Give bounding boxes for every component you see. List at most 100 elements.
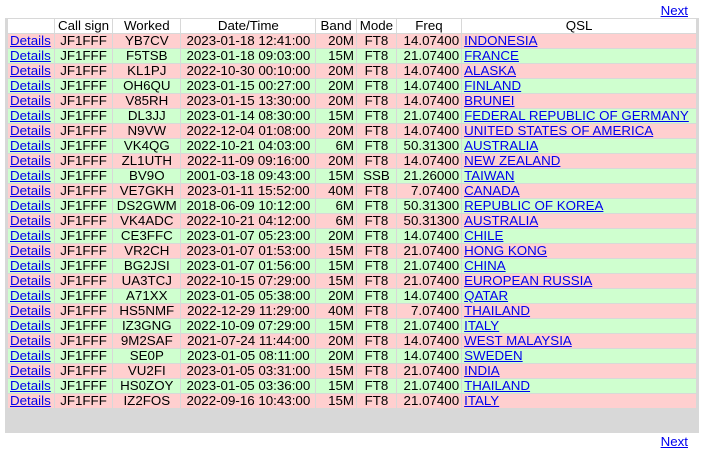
- qsl-country-link[interactable]: TAIWAN: [464, 169, 514, 183]
- freq-cell: 14.07400: [396, 289, 462, 303]
- details-link[interactable]: Details: [10, 379, 51, 393]
- qsl-country-link[interactable]: THAILAND: [464, 379, 530, 393]
- mode-cell: FT8: [357, 304, 396, 318]
- worked-callsign-cell: KL1PJ: [113, 64, 181, 78]
- datetime-cell: 2023-01-15 13:30:00: [181, 94, 316, 108]
- callsign-cell: JF1FFF: [54, 229, 113, 243]
- details-link[interactable]: Details: [10, 349, 51, 363]
- worked-callsign-cell: CE3FFC: [113, 229, 181, 243]
- details-link[interactable]: Details: [10, 394, 51, 408]
- table-row: Details JF1FFF YB7CV 2023-01-18 12:41:00 20M…: [8, 34, 696, 48]
- header-details: [8, 19, 54, 33]
- qsl-country-link[interactable]: ALASKA: [464, 64, 516, 78]
- datetime-cell: 2023-01-07 05:23:00: [181, 229, 316, 243]
- details-link[interactable]: Details: [10, 199, 51, 213]
- datetime-cell: 2022-12-04 01:08:00: [181, 124, 316, 138]
- details-link[interactable]: Details: [10, 259, 51, 273]
- worked-callsign-cell: HS5NMF: [113, 304, 181, 318]
- details-link[interactable]: Details: [10, 109, 51, 123]
- details-link[interactable]: Details: [10, 34, 51, 48]
- qsl-country-cell: CHILE: [462, 229, 696, 243]
- mode-cell: FT8: [357, 334, 396, 348]
- band-cell: 20M: [316, 124, 357, 138]
- qsl-country-cell: THAILAND: [462, 379, 696, 393]
- details-link[interactable]: Details: [10, 364, 51, 378]
- qsl-country-link[interactable]: QATAR: [464, 289, 508, 303]
- next-link-top[interactable]: Next: [661, 3, 688, 18]
- qsl-country-cell: FEDERAL REPUBLIC OF GERMANY: [462, 109, 696, 123]
- qsl-country-link[interactable]: HONG KONG: [464, 244, 547, 258]
- details-link[interactable]: Details: [10, 49, 51, 63]
- qsl-country-link[interactable]: THAILAND: [464, 304, 530, 318]
- callsign-cell: JF1FFF: [54, 379, 113, 393]
- band-cell: 20M: [316, 334, 357, 348]
- qsl-country-link[interactable]: AUSTRALIA: [464, 214, 538, 228]
- details-link[interactable]: Details: [10, 244, 51, 258]
- details-link[interactable]: Details: [10, 154, 51, 168]
- worked-callsign-cell: DS2GWM: [113, 199, 181, 213]
- worked-callsign-cell: V85RH: [113, 94, 181, 108]
- datetime-cell: 2022-10-21 04:12:00: [181, 214, 316, 228]
- details-link[interactable]: Details: [10, 214, 51, 228]
- mode-cell: FT8: [357, 64, 396, 78]
- qsl-country-link[interactable]: FRANCE: [464, 49, 519, 63]
- qsl-country-link[interactable]: INDONESIA: [464, 34, 537, 48]
- qsl-country-link[interactable]: REPUBLIC OF KOREA: [464, 199, 603, 213]
- qsl-country-link[interactable]: WEST MALAYSIA: [464, 334, 572, 348]
- qsl-country-link[interactable]: NEW ZEALAND: [464, 154, 560, 168]
- qsl-country-link[interactable]: BRUNEI: [464, 94, 514, 108]
- band-cell: 20M: [316, 34, 357, 48]
- mode-cell: FT8: [357, 154, 396, 168]
- details-link[interactable]: Details: [10, 229, 51, 243]
- qsl-country-link[interactable]: CANADA: [464, 184, 520, 198]
- details-link[interactable]: Details: [10, 79, 51, 93]
- qsl-country-link[interactable]: AUSTRALIA: [464, 139, 538, 153]
- table-row: Details JF1FFF VK4ADC 2022-10-21 04:12:00 6M…: [8, 214, 696, 228]
- details-link[interactable]: Details: [10, 169, 51, 183]
- qsl-country-link[interactable]: FINLAND: [464, 79, 521, 93]
- qsl-country-link[interactable]: EUROPEAN RUSSIA: [464, 274, 592, 288]
- table-row: Details JF1FFF CE3FFC 2023-01-07 05:23:00 20…: [8, 229, 696, 243]
- details-link[interactable]: Details: [10, 124, 51, 138]
- bottom-nav-bar: Next: [5, 433, 699, 449]
- details-link[interactable]: Details: [10, 304, 51, 318]
- details-cell: Details: [8, 94, 54, 108]
- qsl-country-link[interactable]: ITALY: [464, 394, 499, 408]
- mode-cell: FT8: [357, 139, 396, 153]
- qsl-country-cell: ITALY: [462, 319, 696, 333]
- details-cell: Details: [8, 214, 54, 228]
- mode-cell: FT8: [357, 94, 396, 108]
- next-link-bottom[interactable]: Next: [661, 434, 688, 449]
- qsl-country-link[interactable]: CHINA: [464, 259, 505, 273]
- worked-callsign-cell: VK4QG: [113, 139, 181, 153]
- details-link[interactable]: Details: [10, 139, 51, 153]
- details-link[interactable]: Details: [10, 334, 51, 348]
- table-row: Details JF1FFF VE7GKH 2023-01-11 15:52:00 40…: [8, 184, 696, 198]
- datetime-cell: 2022-10-15 07:29:00: [181, 274, 316, 288]
- details-link[interactable]: Details: [10, 64, 51, 78]
- details-link[interactable]: Details: [10, 184, 51, 198]
- qsl-country-link[interactable]: CHILE: [464, 229, 503, 243]
- datetime-cell: 2023-01-18 12:41:00: [181, 34, 316, 48]
- qsl-country-link[interactable]: INDIA: [464, 364, 500, 378]
- details-link[interactable]: Details: [10, 289, 51, 303]
- mode-cell: FT8: [357, 259, 396, 273]
- mode-cell: FT8: [357, 79, 396, 93]
- details-link[interactable]: Details: [10, 319, 51, 333]
- callsign-cell: JF1FFF: [54, 349, 113, 363]
- qsl-country-link[interactable]: SWEDEN: [464, 349, 523, 363]
- table-row: Details JF1FFF IZ2FOS 2022-09-16 10:43:00 15…: [8, 394, 696, 408]
- callsign-cell: JF1FFF: [54, 79, 113, 93]
- details-link[interactable]: Details: [10, 94, 51, 108]
- worked-callsign-cell: BG2JSI: [113, 259, 181, 273]
- qsl-country-link[interactable]: UNITED STATES OF AMERICA: [464, 124, 653, 138]
- mode-cell: FT8: [357, 349, 396, 363]
- qsl-country-link[interactable]: ITALY: [464, 319, 499, 333]
- band-cell: 15M: [316, 109, 357, 123]
- details-link[interactable]: Details: [10, 274, 51, 288]
- table-body: Details JF1FFF YB7CV 2023-01-18 12:41:00 20M…: [8, 34, 696, 408]
- band-cell: 15M: [316, 364, 357, 378]
- qsl-country-link[interactable]: FEDERAL REPUBLIC OF GERMANY: [464, 109, 689, 123]
- freq-cell: 50.31300: [396, 199, 462, 213]
- freq-cell: 7.07400: [396, 184, 462, 198]
